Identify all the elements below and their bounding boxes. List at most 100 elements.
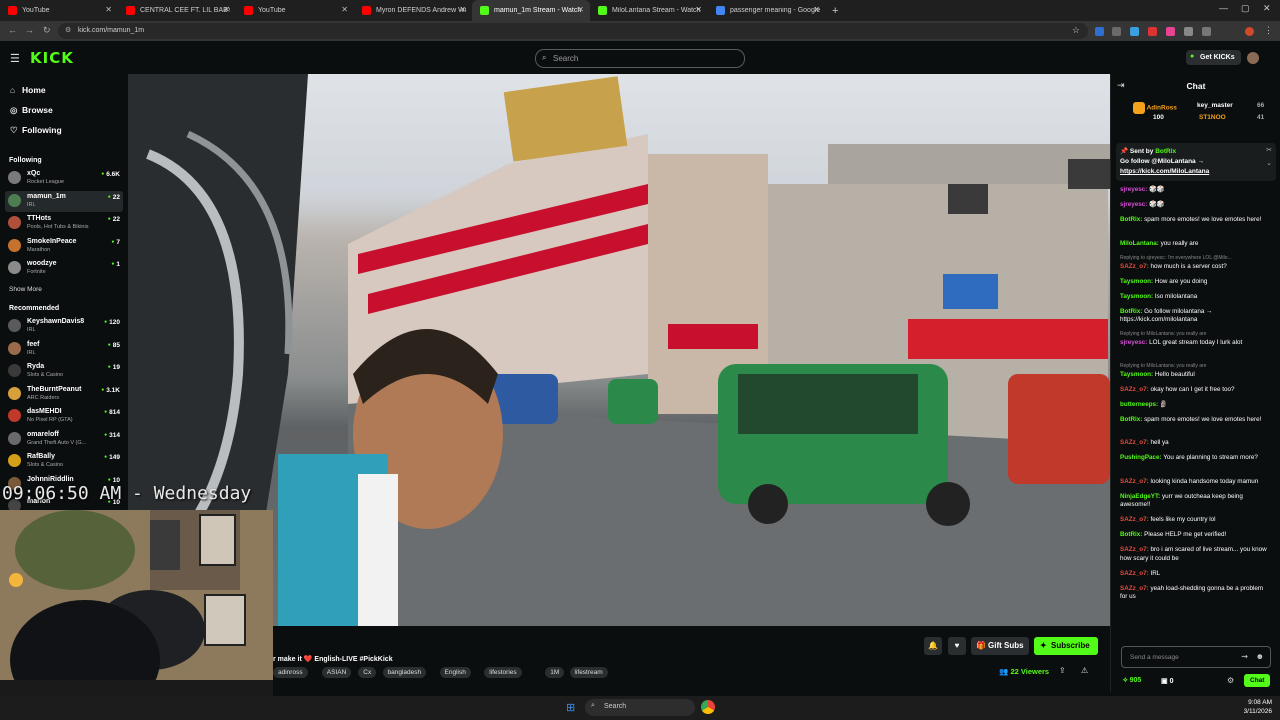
url-field[interactable]: ⚙ kick.com/mamun_1m ☆	[58, 23, 1088, 39]
browser-tab[interactable]: mamun_1m Stream - Watch ✕	[472, 0, 590, 21]
chat-username[interactable]: SAZz_o7:	[1120, 585, 1149, 592]
chat-message[interactable]: SAZz_o7: hell ya	[1120, 439, 1270, 448]
sidebar-channel[interactable]: TTHots Pools, Hot Tubs & Bikinis 22	[5, 213, 123, 234]
minimize-icon[interactable]: —	[1219, 3, 1228, 13]
windows-start-icon[interactable]: ⊞	[566, 701, 575, 714]
chat-reply-context[interactable]: Replying to MiloLantana: you really are	[1120, 363, 1206, 369]
chat-message[interactable]: PushingPace: You are planning to stream …	[1120, 454, 1270, 463]
channel-points[interactable]: ⟡ 905	[1123, 677, 1141, 685]
chat-message[interactable]: BotRix: spam more emotes! we love emotes…	[1120, 216, 1270, 225]
send-chat-button[interactable]: Chat	[1244, 674, 1271, 687]
stream-tag[interactable]: adinross	[273, 667, 308, 678]
close-tab-icon[interactable]: ✕	[813, 5, 820, 14]
chat-message[interactable]: sjreyesc: LOL great stream today I lurk …	[1120, 339, 1270, 348]
chevron-down-icon[interactable]: ⌄	[1266, 159, 1272, 167]
gift-subs-button[interactable]: 🎁 Gift Subs	[971, 637, 1029, 655]
chat-message[interactable]: BotRix: spam more emotes! we love emotes…	[1120, 416, 1270, 425]
bookmark-star-icon[interactable]: ☆	[1072, 25, 1080, 36]
chat-username[interactable]: Taysmoon:	[1120, 371, 1153, 378]
sidebar-channel[interactable]: dasMEHDI No Pixel RP (GTA) 814	[5, 406, 123, 427]
chat-reply-context[interactable]: Replying to sjreyesc: I'm everywhere LOL…	[1120, 255, 1232, 261]
chat-username[interactable]: SAZz_o7:	[1120, 386, 1149, 393]
sidebar-channel[interactable]: omareloffGrand Theft Auto V (G... 314	[5, 429, 123, 450]
browser-tab[interactable]: YouTube ✕	[0, 0, 118, 21]
chat-username[interactable]: PushingPace:	[1120, 454, 1162, 461]
close-tab-icon[interactable]: ✕	[459, 5, 466, 14]
extension-icon[interactable]	[1184, 27, 1193, 36]
notification-bell-icon[interactable]: 🔔	[924, 637, 942, 655]
nav-following[interactable]: ♡ Following	[10, 125, 62, 136]
browser-tab[interactable]: passenger meaning - Google S ✕	[708, 0, 826, 21]
site-info-icon[interactable]: ⚙	[65, 26, 71, 34]
chat-username[interactable]: MiloLantana:	[1120, 240, 1159, 247]
stream-tag[interactable]: ASIAN	[321, 667, 352, 678]
chat-username[interactable]: SAZz_o7:	[1120, 439, 1149, 446]
chat-username[interactable]: NinjaEdgeYT:	[1120, 493, 1160, 500]
subscribe-button[interactable]: ✦ Subscribe	[1034, 637, 1098, 655]
chat-message[interactable]: SAZz_o7: okay how can I get it free too?	[1120, 386, 1270, 395]
sidebar-channel[interactable]: SmokeInPeaceMarathon 7	[5, 236, 123, 257]
chat-username[interactable]: SAZz_o7:	[1120, 478, 1149, 485]
chat-message[interactable]: SAZz_o7: yeah load-shedding gonna be a p…	[1120, 585, 1270, 602]
close-window-icon[interactable]: ✕	[1263, 3, 1271, 14]
nav-browse[interactable]: ◎ Browse	[10, 105, 53, 116]
nav-home[interactable]: ⌂ Home	[10, 85, 46, 95]
chat-message[interactable]: Taysmoon: How are you doing	[1120, 278, 1270, 287]
forward-icon[interactable]: →	[25, 25, 34, 35]
chat-message[interactable]: Taysmoon: Hello beautiful	[1120, 371, 1270, 380]
sidebar-channel[interactable]: woodzye Fortnite 1	[5, 258, 123, 279]
extension-icon[interactable]	[1112, 27, 1121, 36]
sidebar-channel[interactable]: xQc Rocket League 6.6K	[5, 168, 123, 189]
emote-picker-icon[interactable]: ⇝	[1241, 652, 1248, 661]
close-tab-icon[interactable]: ✕	[223, 5, 230, 14]
reload-icon[interactable]: ↻	[43, 25, 51, 36]
chat-settings-icon[interactable]: ⚙	[1227, 676, 1234, 685]
chat-username[interactable]: Taysmoon:	[1120, 278, 1153, 285]
new-tab-button[interactable]: +	[832, 5, 838, 17]
browser-tab[interactable]: CENTRAL CEE FT. LIL BABY - BA✕	[118, 0, 236, 21]
show-more-link[interactable]: Show More	[9, 286, 42, 293]
chat-message[interactable]: BotRix: Go follow milolantana → https://…	[1120, 308, 1270, 325]
pinned-message[interactable]: 📌 Sent by BotRix Go follow @MiloLantana …	[1116, 143, 1276, 181]
close-tab-icon[interactable]: ✕	[341, 5, 348, 14]
extension-icon[interactable]	[1166, 27, 1175, 36]
sidebar-channel[interactable]: feefIRL 85	[5, 339, 123, 360]
stream-tag[interactable]: lifestream	[569, 667, 608, 678]
chat-message[interactable]: sjreyesc: 🎲🎲	[1120, 201, 1270, 210]
close-tab-icon[interactable]: ✕	[577, 5, 584, 14]
get-kicks-button[interactable]: ● Get KICKs	[1186, 50, 1241, 65]
chat-username[interactable]: BotRix:	[1120, 531, 1142, 538]
video-player[interactable]	[128, 74, 1110, 626]
gift-count[interactable]: ▣ 0	[1161, 677, 1173, 685]
report-icon[interactable]: ⚠	[1081, 666, 1088, 675]
sidebar-channel[interactable]: RafBally Slots & Casino 149	[5, 451, 123, 472]
unpin-icon[interactable]: ✂	[1266, 146, 1272, 154]
chat-message-input[interactable]: Send a message ⇝ ☻	[1121, 646, 1271, 668]
chat-username[interactable]: SAZz_o7:	[1120, 263, 1149, 270]
chat-username[interactable]: SAZz_o7:	[1120, 546, 1149, 553]
browser-tab[interactable]: Myron DEFENDS Andrew Wilso ✕	[354, 0, 472, 21]
browser-menu-icon[interactable]: ⋮	[1264, 25, 1273, 36]
chat-username[interactable]: sjreyesc:	[1120, 339, 1147, 346]
pinned-link[interactable]: https://kick.com/MiloLantana	[1120, 168, 1209, 175]
sidebar-channel[interactable]: mamun_1mIRL 22	[5, 190, 123, 212]
chat-message[interactable]: sjreyesc: 🎲🎲	[1120, 186, 1270, 195]
chat-message[interactable]: NinjaEdgeYT: yurr we outcheaa keep being…	[1120, 493, 1270, 510]
maximize-icon[interactable]: ▢	[1241, 3, 1250, 14]
chat-username[interactable]: BotRix:	[1120, 216, 1142, 223]
chat-message[interactable]: MiloLantana: you really are	[1120, 240, 1270, 249]
chat-message[interactable]: SAZz_o7: looking kinda handsome today ma…	[1120, 478, 1270, 487]
stream-tag[interactable]: bangladesh	[382, 667, 427, 678]
chat-message[interactable]: Taysmoon: Iso milolantana	[1120, 293, 1270, 302]
profile-avatar[interactable]	[1245, 27, 1254, 36]
chat-message[interactable]: SAZz_o7: IRL	[1120, 570, 1270, 579]
extension-icon[interactable]	[1130, 27, 1139, 36]
extension-icon[interactable]	[1095, 27, 1104, 36]
share-icon[interactable]: ⇪	[1059, 666, 1066, 675]
stream-tag[interactable]: Cx	[358, 667, 377, 678]
close-tab-icon[interactable]: ✕	[695, 5, 702, 14]
chat-username[interactable]: sjreyesc:	[1120, 186, 1147, 193]
follow-heart-icon[interactable]: ♥	[948, 637, 966, 655]
stream-tag[interactable]: English	[439, 667, 471, 678]
browser-tab[interactable]: MiloLantana Stream - Watch Li ✕	[590, 0, 708, 21]
